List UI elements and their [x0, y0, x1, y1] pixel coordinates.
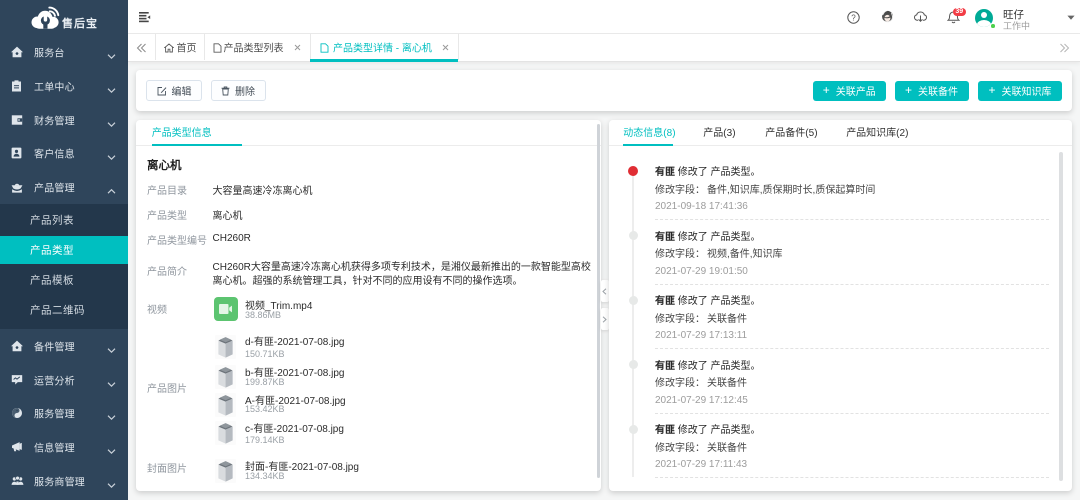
svg-text:?: ? [851, 13, 856, 22]
